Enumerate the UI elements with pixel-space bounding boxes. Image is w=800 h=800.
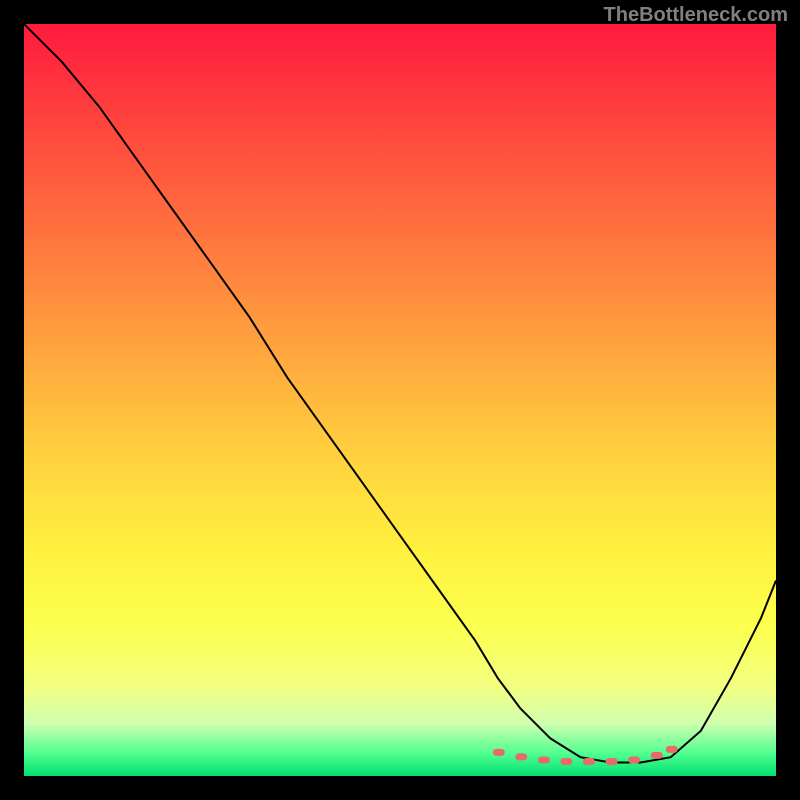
marker-dot — [493, 749, 505, 756]
marker-dot — [606, 758, 618, 765]
bottleneck-curve-line — [24, 24, 776, 763]
plot-area — [24, 24, 776, 776]
marker-dot — [560, 758, 572, 765]
marker-dot — [515, 753, 527, 760]
curve-markers — [493, 746, 678, 765]
marker-dot — [628, 757, 640, 764]
marker-dot — [651, 752, 663, 759]
marker-dot — [666, 746, 678, 753]
chart-svg — [24, 24, 776, 776]
marker-dot — [583, 758, 595, 765]
watermark-text: TheBottleneck.com — [604, 4, 788, 27]
marker-dot — [538, 757, 550, 764]
